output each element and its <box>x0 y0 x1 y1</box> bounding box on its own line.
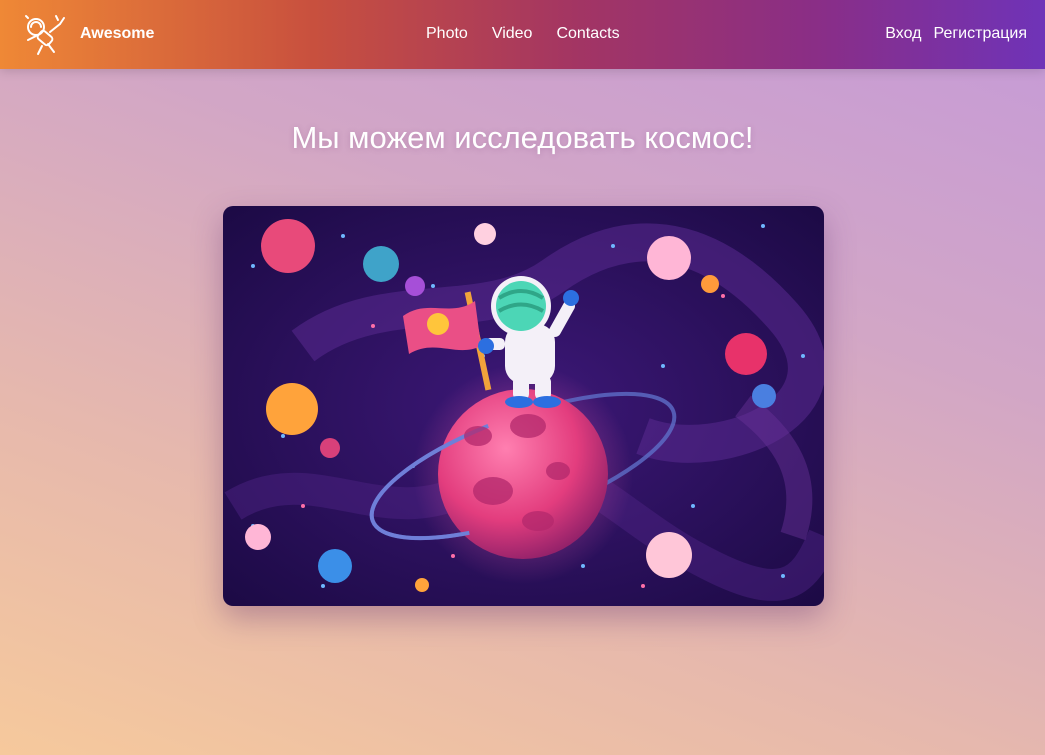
astronaut-logo-icon[interactable] <box>22 10 72 58</box>
nav-contacts-link[interactable]: Contacts <box>556 25 619 43</box>
page-title: Мы можем исследовать космос! <box>291 120 754 155</box>
register-link[interactable]: Регистрация <box>933 25 1027 43</box>
brand-name[interactable]: Awesome <box>80 25 154 43</box>
site-header: Awesome Photo Video Contacts Вход Регист… <box>0 0 1045 69</box>
nav-video-link[interactable]: Video <box>492 25 533 43</box>
nav-photo-link[interactable]: Photo <box>426 25 468 43</box>
hero-image <box>223 206 824 606</box>
main-nav: Photo Video Contacts <box>426 25 620 43</box>
login-link[interactable]: Вход <box>885 25 921 43</box>
auth-links: Вход Регистрация <box>885 25 1027 43</box>
